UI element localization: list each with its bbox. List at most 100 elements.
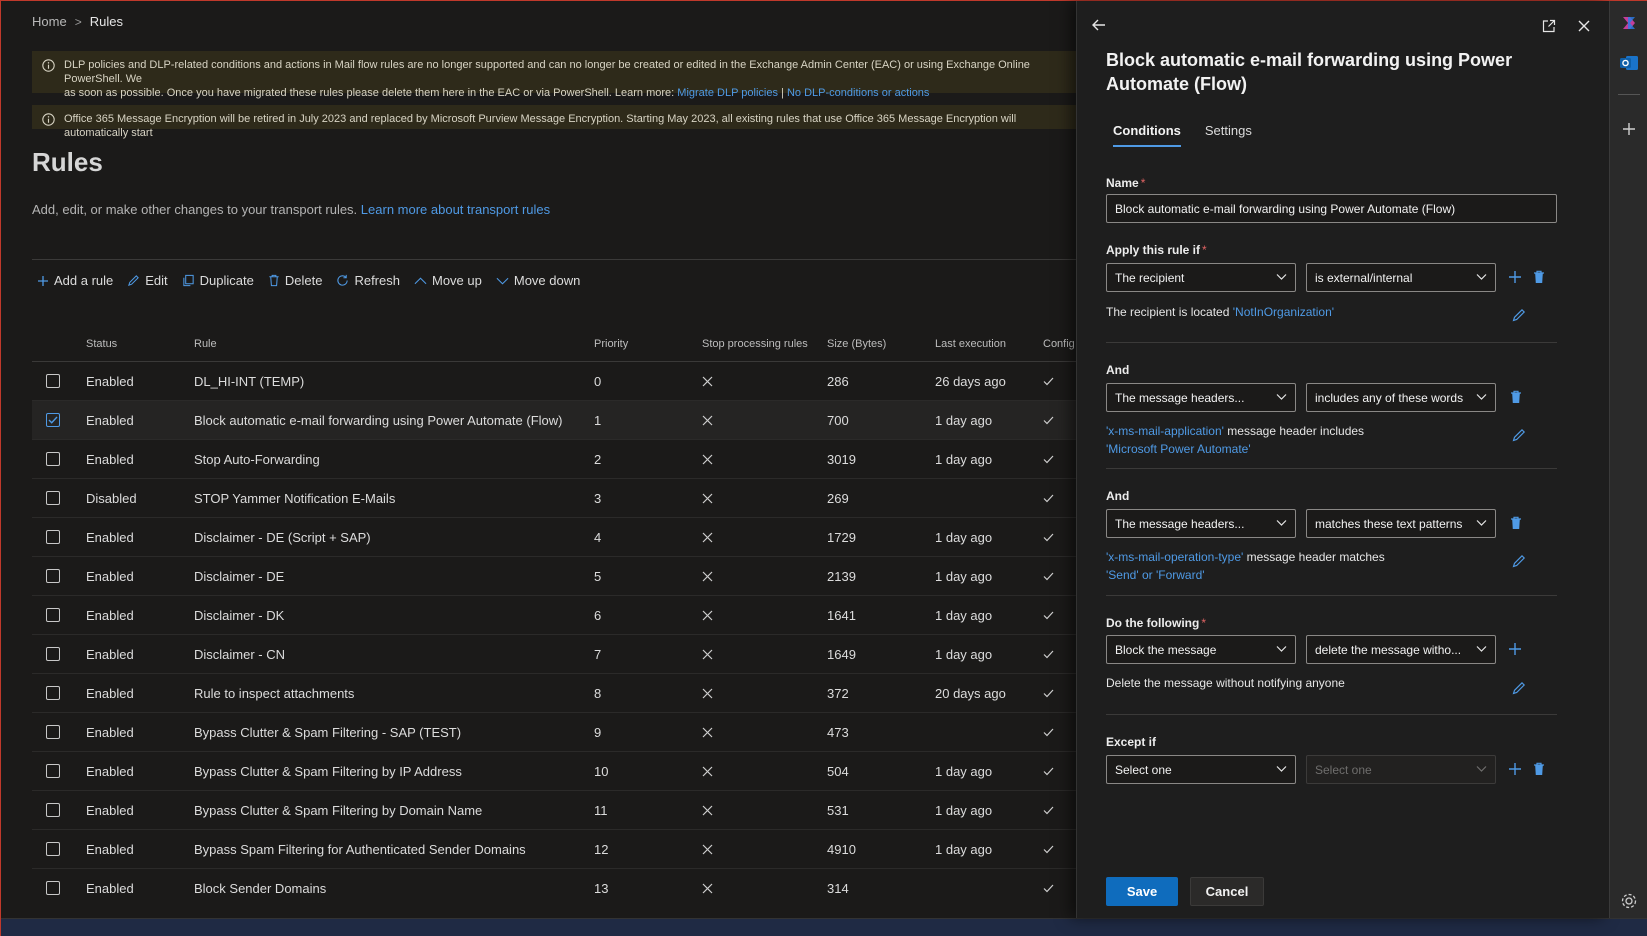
row-rule-name[interactable]: Block Sender Domains xyxy=(194,869,326,906)
row-checkbox[interactable] xyxy=(46,440,60,478)
row-checkbox[interactable] xyxy=(46,713,60,751)
table-row[interactable]: Enabled Block Sender Domains 13 314 xyxy=(32,869,1076,906)
row-rule-name[interactable]: DL_HI-INT (TEMP) xyxy=(194,362,304,400)
row-checkbox[interactable] xyxy=(46,830,60,868)
checkbox[interactable] xyxy=(46,608,60,622)
back-arrow-icon[interactable] xyxy=(1091,17,1107,33)
condition-property-dropdown[interactable]: The recipient xyxy=(1106,263,1296,292)
delete-condition-trash-icon[interactable] xyxy=(1510,390,1522,404)
delete-condition-trash-icon[interactable] xyxy=(1533,270,1545,284)
table-row[interactable]: Enabled Bypass Clutter & Spam Filtering -… xyxy=(32,713,1076,752)
table-row[interactable]: Enabled Bypass Spam Filtering for Authent… xyxy=(32,830,1076,869)
row-checkbox[interactable] xyxy=(46,557,60,595)
checkbox[interactable] xyxy=(46,803,60,817)
table-row[interactable]: Enabled Disclaimer - DE 5 2139 1 day ago xyxy=(32,557,1076,596)
column-last-execution[interactable]: Last execution xyxy=(935,326,1006,361)
and2-operator-dropdown[interactable]: matches these text patterns xyxy=(1306,509,1496,538)
delete-button[interactable]: Delete xyxy=(268,273,322,288)
table-row[interactable]: Enabled Disclaimer - CN 7 1649 1 day ago xyxy=(32,635,1076,674)
checkbox[interactable] xyxy=(46,881,60,895)
breadcrumb-home[interactable]: Home xyxy=(32,14,67,29)
condition-operator-dropdown[interactable]: is external/internal xyxy=(1306,263,1496,292)
rule-name-input[interactable] xyxy=(1106,194,1557,223)
checkbox[interactable] xyxy=(46,686,60,700)
migrate-dlp-link[interactable]: Migrate DLP policies xyxy=(677,87,778,99)
row-rule-name[interactable]: Disclaimer - DE (Script + SAP) xyxy=(194,518,371,556)
add-rule-button[interactable]: Add a rule xyxy=(37,273,113,288)
move-up-button[interactable]: Move up xyxy=(414,273,482,288)
and1-operator-dropdown[interactable]: includes any of these words xyxy=(1306,383,1496,412)
checkbox[interactable] xyxy=(46,569,60,583)
checkbox[interactable] xyxy=(46,842,60,856)
edit-pencil-icon[interactable] xyxy=(1512,308,1526,322)
checkbox[interactable] xyxy=(46,491,60,505)
column-size[interactable]: Size (Bytes) xyxy=(827,326,886,361)
save-button[interactable]: Save xyxy=(1106,877,1178,906)
close-icon[interactable] xyxy=(1577,19,1591,33)
column-priority[interactable]: Priority xyxy=(594,326,628,361)
table-row[interactable]: Enabled Bypass Clutter & Spam Filtering b… xyxy=(32,791,1076,830)
checkbox[interactable] xyxy=(46,374,60,388)
copilot-icon[interactable] xyxy=(1619,13,1639,33)
row-rule-name[interactable]: Stop Auto-Forwarding xyxy=(194,440,320,478)
and2-property-dropdown[interactable]: The message headers... xyxy=(1106,509,1296,538)
add-plus-icon[interactable] xyxy=(1619,119,1639,139)
move-down-button[interactable]: Move down xyxy=(496,273,580,288)
row-checkbox[interactable] xyxy=(46,518,60,556)
row-checkbox[interactable] xyxy=(46,635,60,673)
row-checkbox[interactable] xyxy=(46,674,60,712)
table-row[interactable]: Enabled Block automatic e-mail forwarding… xyxy=(32,401,1076,440)
edit-pencil-icon[interactable] xyxy=(1512,428,1526,442)
settings-gear-icon[interactable] xyxy=(1619,891,1639,911)
no-dlp-link[interactable]: No DLP-conditions or actions xyxy=(787,87,929,99)
table-row[interactable]: Enabled Disclaimer - DE (Script + SAP) 4 17… xyxy=(32,518,1076,557)
desc-value-link[interactable]: 'Send' or 'Forward' xyxy=(1106,568,1205,582)
row-rule-name[interactable]: Block automatic e-mail forwarding using … xyxy=(194,401,562,439)
tab-conditions[interactable]: Conditions xyxy=(1113,123,1181,147)
table-row[interactable]: Disabled STOP Yammer Notification E-Mails… xyxy=(32,479,1076,518)
outlook-icon[interactable] xyxy=(1619,53,1639,73)
refresh-button[interactable]: Refresh xyxy=(336,273,400,288)
checkbox[interactable] xyxy=(46,530,60,544)
checkbox[interactable] xyxy=(46,452,60,466)
column-rule[interactable]: Rule xyxy=(194,326,217,361)
add-action-plus-icon[interactable] xyxy=(1508,642,1522,656)
cancel-button[interactable]: Cancel xyxy=(1190,877,1264,906)
add-exception-plus-icon[interactable] xyxy=(1508,762,1522,776)
row-rule-name[interactable]: Disclaimer - DE xyxy=(194,557,284,595)
desc-value-link[interactable]: 'NotInOrganization' xyxy=(1233,305,1334,319)
checkbox[interactable] xyxy=(46,413,60,427)
edit-pencil-icon[interactable] xyxy=(1512,554,1526,568)
table-row[interactable]: Enabled Stop Auto-Forwarding 2 3019 1 day ag… xyxy=(32,440,1076,479)
duplicate-button[interactable]: Duplicate xyxy=(182,273,254,288)
row-rule-name[interactable]: Rule to inspect attachments xyxy=(194,674,354,712)
column-status[interactable]: Status xyxy=(86,326,117,361)
delete-exception-trash-icon[interactable] xyxy=(1533,762,1545,776)
table-row[interactable]: Enabled DL_HI-INT (TEMP) 0 286 26 days ago xyxy=(32,362,1076,401)
row-checkbox[interactable] xyxy=(46,401,60,439)
row-rule-name[interactable]: Bypass Spam Filtering for Authenticated … xyxy=(194,830,526,868)
edit-pencil-icon[interactable] xyxy=(1512,681,1526,695)
row-rule-name[interactable]: Bypass Clutter & Spam Filtering by Domai… xyxy=(194,791,482,829)
row-checkbox[interactable] xyxy=(46,479,60,517)
transport-rules-link[interactable]: Learn more about transport rules xyxy=(361,202,550,217)
popout-icon[interactable] xyxy=(1542,19,1556,33)
action-option-dropdown[interactable]: delete the message witho... xyxy=(1306,635,1496,664)
checkbox[interactable] xyxy=(46,647,60,661)
table-row[interactable]: Enabled Disclaimer - DK 6 1641 1 day ago xyxy=(32,596,1076,635)
row-checkbox[interactable] xyxy=(46,362,60,400)
desc-value-link[interactable]: 'Microsoft Power Automate' xyxy=(1106,442,1251,456)
desc-value-link[interactable]: 'x-ms-mail-application' xyxy=(1106,424,1224,438)
row-rule-name[interactable]: Bypass Clutter & Spam Filtering by IP Ad… xyxy=(194,752,462,790)
tab-settings[interactable]: Settings xyxy=(1205,123,1252,147)
delete-condition-trash-icon[interactable] xyxy=(1510,516,1522,530)
row-checkbox[interactable] xyxy=(46,596,60,634)
table-row[interactable]: Enabled Rule to inspect attachments 8 372 20… xyxy=(32,674,1076,713)
row-checkbox[interactable] xyxy=(46,791,60,829)
row-checkbox[interactable] xyxy=(46,869,60,906)
action-dropdown[interactable]: Block the message xyxy=(1106,635,1296,664)
checkbox[interactable] xyxy=(46,764,60,778)
and1-property-dropdown[interactable]: The message headers... xyxy=(1106,383,1296,412)
exception-property-dropdown[interactable]: Select one xyxy=(1106,755,1296,784)
edit-button[interactable]: Edit xyxy=(127,273,168,288)
